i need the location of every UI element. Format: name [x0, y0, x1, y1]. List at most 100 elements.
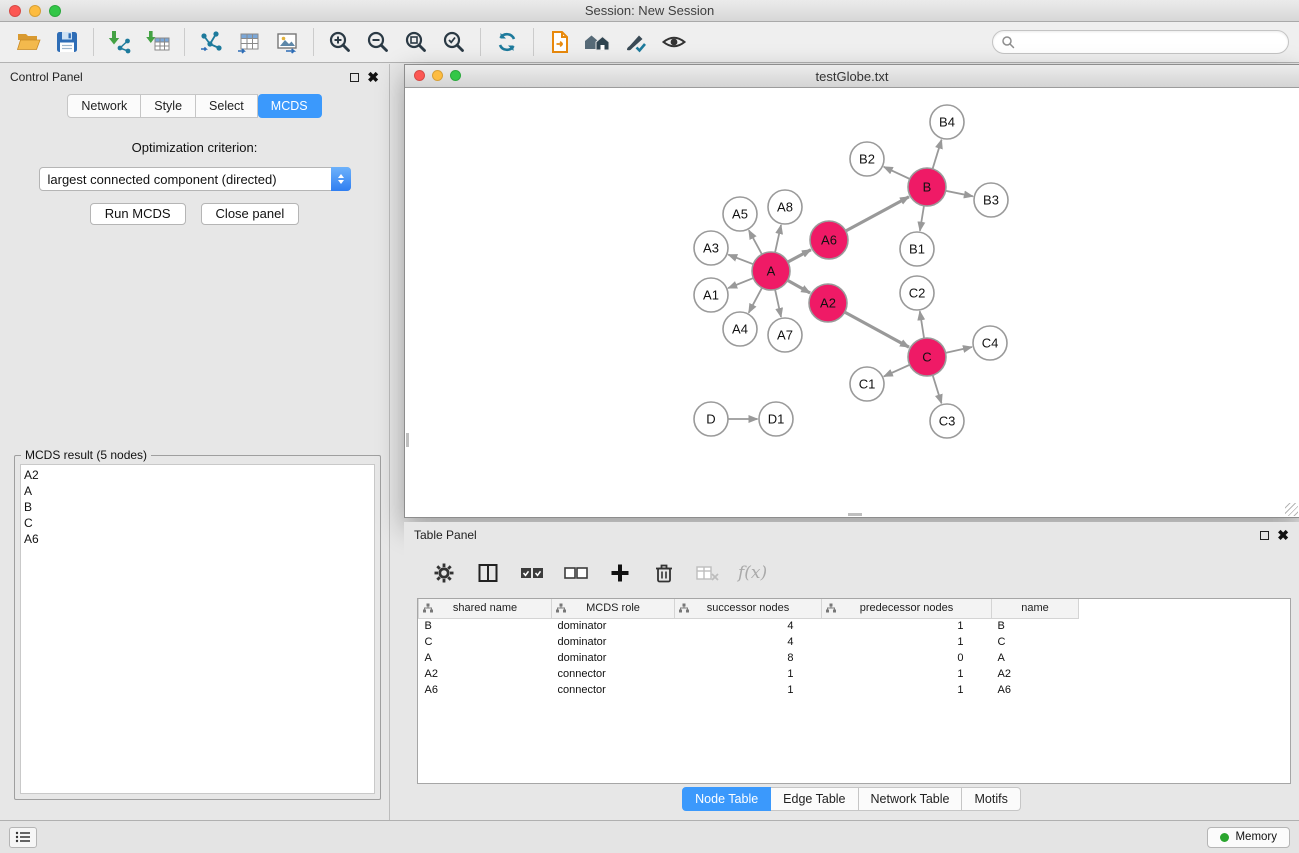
- column-header-shared-name[interactable]: shared name: [419, 599, 552, 618]
- table-cell[interactable]: B: [419, 618, 552, 634]
- open-session-button[interactable]: [10, 26, 48, 58]
- close-window-button[interactable]: [9, 5, 21, 17]
- delete-table-button[interactable]: [694, 559, 722, 587]
- mcds-result-list[interactable]: A2ABCA6: [20, 464, 375, 794]
- new-network-button[interactable]: [192, 26, 230, 58]
- network-window-title: testGlobe.txt: [816, 69, 889, 84]
- import-table-from-file-button[interactable]: [139, 26, 177, 58]
- zoom-out-button[interactable]: [359, 26, 397, 58]
- function-builder-button[interactable]: f(x): [738, 559, 767, 587]
- float-panel-icon[interactable]: [350, 73, 359, 82]
- table-row[interactable]: A6connector11A6: [419, 682, 1079, 698]
- column-header-predecessor-nodes[interactable]: predecessor nodes: [822, 599, 992, 618]
- column-header-successor-nodes[interactable]: successor nodes: [675, 599, 822, 618]
- criterion-dropdown[interactable]: largest connected component (directed): [39, 167, 351, 191]
- annotation-check-button[interactable]: [617, 26, 655, 58]
- close-network-window-button[interactable]: [414, 70, 425, 81]
- close-panel-icon[interactable]: ✖: [367, 72, 379, 82]
- result-item[interactable]: A6: [24, 531, 371, 547]
- table-cell[interactable]: dominator: [552, 650, 675, 666]
- table-row[interactable]: Cdominator41C: [419, 634, 1079, 650]
- zoom-selected-button[interactable]: [435, 26, 473, 58]
- search-input[interactable]: [1015, 34, 1280, 50]
- zoom-network-window-button[interactable]: [450, 70, 461, 81]
- table-cell[interactable]: A: [992, 650, 1079, 666]
- table-cell[interactable]: 4: [675, 634, 822, 650]
- table-cell[interactable]: C: [992, 634, 1079, 650]
- table-cell[interactable]: A6: [992, 682, 1079, 698]
- add-column-button[interactable]: [606, 559, 634, 587]
- run-mcds-button[interactable]: Run MCDS: [90, 203, 186, 225]
- zoom-fit-button[interactable]: [397, 26, 435, 58]
- vertical-scroll-indicator[interactable]: [406, 433, 409, 447]
- table-cell[interactable]: B: [992, 618, 1079, 634]
- result-item[interactable]: A: [24, 483, 371, 499]
- result-item[interactable]: B: [24, 499, 371, 515]
- column-header-name[interactable]: name: [992, 599, 1079, 618]
- table-cell[interactable]: A: [419, 650, 552, 666]
- float-table-panel-icon[interactable]: [1260, 531, 1269, 540]
- show-panels-button[interactable]: [9, 827, 37, 848]
- table-row[interactable]: Adominator80A: [419, 650, 1079, 666]
- table-cell[interactable]: dominator: [552, 618, 675, 634]
- table-cell[interactable]: 1: [822, 618, 992, 634]
- table-cell[interactable]: A2: [419, 666, 552, 682]
- table-cell[interactable]: A2: [992, 666, 1079, 682]
- refresh-view-button[interactable]: [488, 26, 526, 58]
- tab-select[interactable]: Select: [196, 94, 258, 118]
- zoom-in-button[interactable]: [321, 26, 359, 58]
- result-item[interactable]: C: [24, 515, 371, 531]
- table-cell[interactable]: A6: [419, 682, 552, 698]
- table-row[interactable]: Bdominator41B: [419, 618, 1079, 634]
- delete-column-button[interactable]: [650, 559, 678, 587]
- table-cell[interactable]: 4: [675, 618, 822, 634]
- tab-style[interactable]: Style: [141, 94, 196, 118]
- table-cell[interactable]: connector: [552, 666, 675, 682]
- table-cell[interactable]: 1: [822, 666, 992, 682]
- home-neighbors-button[interactable]: [579, 26, 617, 58]
- graph-node-label-A1: A1: [703, 288, 719, 303]
- table-cell[interactable]: C: [419, 634, 552, 650]
- select-all-button[interactable]: [518, 559, 546, 587]
- network-canvas[interactable]: B4B2BB3A8A5A6A3B1AC2A1A2A4A7C4CC1C3DD1: [405, 88, 1299, 517]
- table-cell[interactable]: 1: [675, 666, 822, 682]
- table-header-row: shared name MCDS role: [419, 599, 1079, 618]
- search-box[interactable]: [992, 30, 1289, 54]
- memory-button[interactable]: Memory: [1207, 827, 1290, 848]
- minimize-network-window-button[interactable]: [432, 70, 443, 81]
- table-cell[interactable]: 0: [822, 650, 992, 666]
- horizontal-scroll-indicator[interactable]: [848, 513, 862, 516]
- result-item[interactable]: A2: [24, 467, 371, 483]
- checked-boxes-icon: [519, 563, 545, 583]
- tab-motifs[interactable]: Motifs: [962, 787, 1020, 811]
- table-cell[interactable]: 1: [822, 682, 992, 698]
- tab-network-table[interactable]: Network Table: [859, 787, 963, 811]
- tab-node-table[interactable]: Node Table: [682, 787, 771, 811]
- show-columns-button[interactable]: [474, 559, 502, 587]
- new-table-button[interactable]: [230, 26, 268, 58]
- table-settings-button[interactable]: [430, 559, 458, 587]
- table-row[interactable]: A2connector11A2: [419, 666, 1079, 682]
- table-cell[interactable]: 1: [675, 682, 822, 698]
- close-table-panel-icon[interactable]: ✖: [1277, 530, 1289, 540]
- column-header-mcds-role[interactable]: MCDS role: [552, 599, 675, 618]
- import-network-from-file-button[interactable]: [101, 26, 139, 58]
- network-window-titlebar[interactable]: testGlobe.txt: [405, 65, 1299, 88]
- zoom-window-button[interactable]: [49, 5, 61, 17]
- table-cell[interactable]: 8: [675, 650, 822, 666]
- tab-mcds[interactable]: MCDS: [258, 94, 322, 118]
- deselect-all-button[interactable]: [562, 559, 590, 587]
- save-session-button[interactable]: [48, 26, 86, 58]
- table-cell[interactable]: connector: [552, 682, 675, 698]
- table-cell[interactable]: 1: [822, 634, 992, 650]
- tab-edge-table[interactable]: Edge Table: [771, 787, 858, 811]
- resize-grip[interactable]: [1285, 503, 1298, 516]
- minimize-window-button[interactable]: [29, 5, 41, 17]
- close-panel-button[interactable]: Close panel: [201, 203, 300, 225]
- show-hide-button[interactable]: [655, 26, 693, 58]
- export-image-button[interactable]: [268, 26, 306, 58]
- open-document-button[interactable]: [541, 26, 579, 58]
- tab-network[interactable]: Network: [67, 94, 141, 118]
- table-cell[interactable]: dominator: [552, 634, 675, 650]
- network-graph[interactable]: B4B2BB3A8A5A6A3B1AC2A1A2A4A7C4CC1C3DD1: [405, 88, 1298, 517]
